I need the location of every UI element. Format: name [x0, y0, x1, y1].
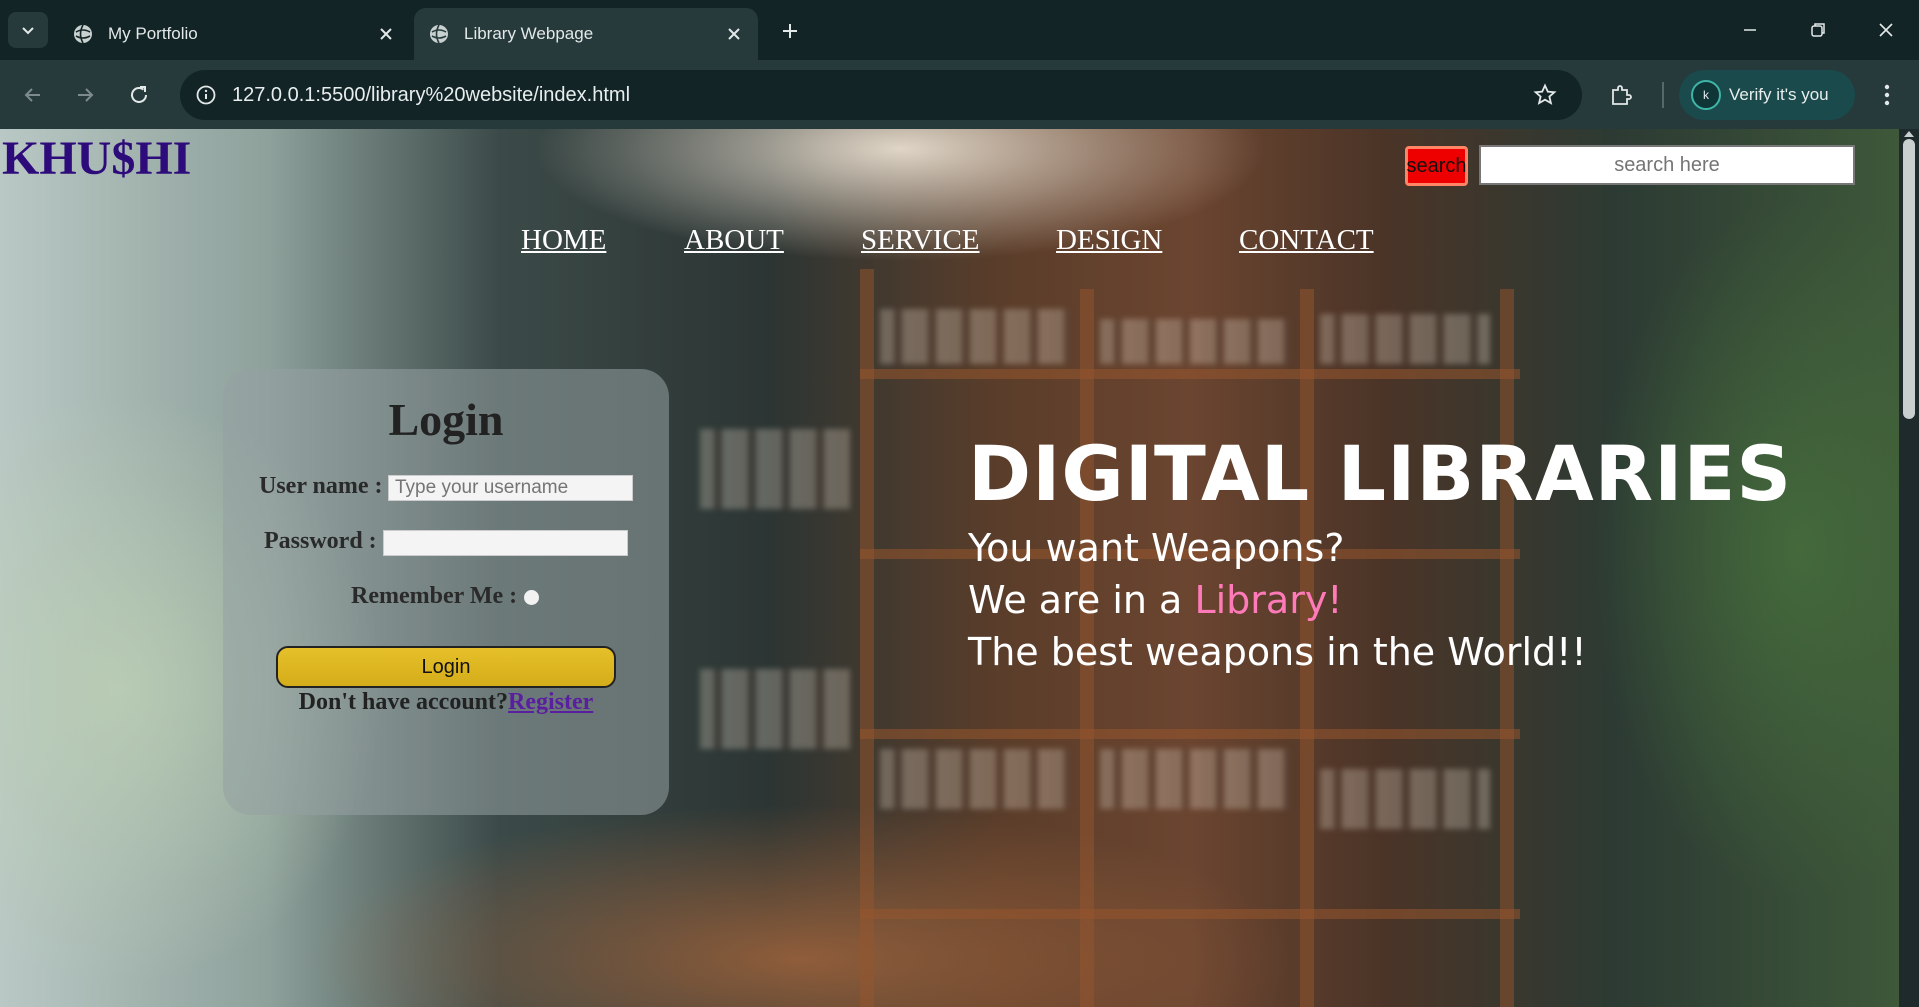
username-input[interactable]: [388, 475, 633, 501]
forward-button[interactable]: [68, 78, 102, 112]
avatar: k: [1691, 80, 1721, 110]
more-vertical-icon: [1884, 84, 1890, 106]
close-tab-icon[interactable]: [372, 20, 400, 48]
address-bar[interactable]: 127.0.0.1:5500/library%20website/index.h…: [180, 70, 1582, 120]
search-input[interactable]: [1479, 145, 1855, 185]
bookmark-star-icon[interactable]: [1528, 78, 1562, 112]
profile-label: Verify it's you: [1729, 85, 1829, 104]
bg-shelf: [860, 729, 1520, 739]
extensions-button[interactable]: [1604, 78, 1638, 112]
bg-shelf-post: [860, 269, 874, 1007]
tab-title: Library Webpage: [464, 24, 594, 43]
tab-my-portfolio[interactable]: My Portfolio: [58, 8, 410, 60]
no-account-label: Don't have account?: [298, 689, 509, 715]
tab-search-button[interactable]: [8, 12, 48, 48]
register-link[interactable]: Register: [508, 689, 593, 715]
close-window-button[interactable]: [1864, 12, 1908, 48]
hero-line-3: The best weapons in the World!!: [968, 630, 1587, 674]
login-card: Login User name : Password : Remember Me…: [223, 369, 669, 815]
hero-highlight: Library!: [1194, 578, 1343, 622]
login-button[interactable]: Login: [276, 646, 616, 688]
globe-icon: [74, 24, 92, 44]
hero-title: DIGITAL LIBRARIES: [968, 429, 1793, 518]
bg-shelf: [860, 369, 1520, 379]
browser-menu-button[interactable]: [1870, 78, 1904, 112]
reload-icon: [131, 86, 147, 103]
username-label: User name :: [259, 473, 383, 499]
restore-button[interactable]: [1796, 12, 1840, 48]
scrollbar-thumb[interactable]: [1903, 139, 1915, 419]
globe-icon: [430, 24, 448, 44]
page-viewport: KHU$HI search HOME ABOUT SERVICE DESIGN …: [0, 129, 1919, 1007]
arrow-left-icon: [24, 88, 40, 102]
restore-icon: [1811, 23, 1825, 37]
profile-button[interactable]: k Verify it's you: [1679, 70, 1855, 120]
nav-about[interactable]: ABOUT: [684, 224, 784, 257]
remember-label: Remember Me :: [351, 583, 518, 609]
site-logo: KHU$HI: [2, 132, 192, 185]
minimize-button[interactable]: [1728, 12, 1772, 48]
hero-line-1: You want Weapons?: [968, 526, 1345, 570]
bg-books: [1100, 319, 1290, 364]
toolbar-divider: [1662, 82, 1664, 108]
new-tab-button[interactable]: [775, 16, 805, 46]
reload-button[interactable]: [122, 78, 156, 112]
arrow-right-icon: [78, 88, 94, 102]
url-text: 127.0.0.1:5500/library%20website/index.h…: [232, 83, 631, 106]
close-icon: [1879, 23, 1893, 37]
bg-books: [880, 749, 1070, 809]
back-button[interactable]: [16, 78, 50, 112]
password-label: Password :: [264, 528, 377, 554]
site-info-icon[interactable]: [192, 81, 220, 109]
nav-contact[interactable]: CONTACT: [1239, 224, 1374, 257]
hero-line-2: We are in a Library!: [968, 578, 1343, 622]
nav-home[interactable]: HOME: [521, 224, 606, 257]
nav-service[interactable]: SERVICE: [861, 224, 980, 257]
bg-books: [1320, 769, 1490, 829]
no-account-text: Don't have account?Register: [223, 689, 669, 716]
bg-books: [1100, 749, 1290, 809]
puzzle-icon: [1612, 85, 1632, 105]
bg-shelf: [860, 909, 1520, 919]
close-tab-icon[interactable]: [720, 20, 748, 48]
password-input[interactable]: [383, 530, 628, 556]
nav-design[interactable]: DESIGN: [1056, 224, 1162, 257]
minimize-icon: [1744, 29, 1756, 31]
bg-books: [1320, 314, 1490, 364]
hero-line-2-prefix: We are in a: [968, 578, 1195, 622]
scrollbar[interactable]: [1899, 129, 1919, 1007]
remember-me-radio[interactable]: [524, 590, 539, 605]
tab-title: My Portfolio: [108, 24, 198, 43]
bg-books: [700, 429, 850, 509]
login-title: Login: [388, 394, 504, 445]
chevron-down-icon: [22, 27, 34, 35]
tab-library-webpage[interactable]: Library Webpage: [414, 8, 758, 60]
plus-icon: [783, 24, 797, 38]
tab-strip: My Portfolio Library Webpage: [0, 0, 1919, 60]
search-button[interactable]: search: [1405, 146, 1468, 186]
browser-toolbar: 127.0.0.1:5500/library%20website/index.h…: [0, 60, 1919, 129]
scroll-up-arrow-icon[interactable]: [1904, 131, 1914, 137]
bg-books: [880, 309, 1070, 364]
bg-books: [700, 669, 850, 749]
